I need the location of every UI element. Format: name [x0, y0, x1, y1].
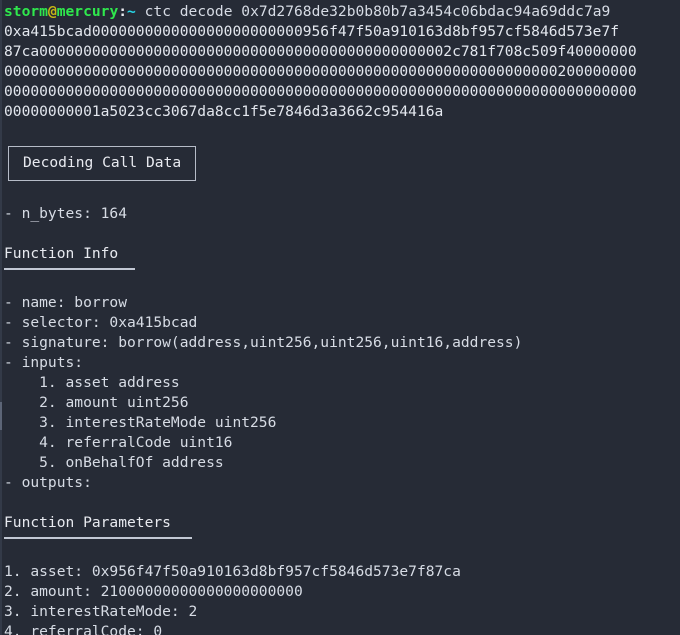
prompt-path: ~ — [127, 3, 136, 20]
calldata-line: 0xa415bcad000000000000000000000000956f47… — [4, 23, 620, 40]
terminal-window[interactable]: storm@mercury:~ ctc decode 0x7d2768de32b… — [0, 0, 680, 635]
function-selector-line: - selector: 0xa415bcad — [4, 314, 198, 331]
calldata-line: 87ca000000000000000000000000000000000000… — [4, 43, 637, 60]
function-info-heading: Function Info — [4, 245, 119, 262]
calldata-line: 0000000000000000000000000000000000000000… — [4, 83, 637, 100]
function-signature-line: - signature: borrow(address,uint256,uint… — [4, 334, 523, 351]
parameter-row: 3. interestRateMode: 2 — [4, 603, 198, 620]
function-info-section: Function Info — [4, 244, 680, 270]
prompt-at: @ — [47, 3, 57, 20]
title-box-row: Decoding Call Data — [4, 142, 680, 184]
prompt-user: storm — [4, 3, 48, 20]
parameter-row: 4. referralCode: 0 — [4, 623, 163, 635]
function-outputs-label: - outputs: — [4, 474, 92, 491]
function-parameters-underline — [4, 537, 192, 539]
function-parameters-heading: Function Parameters — [4, 514, 171, 531]
decoding-call-data-title: Decoding Call Data — [8, 146, 197, 181]
function-input-item: 4. referralCode uint16 — [4, 434, 233, 451]
function-input-item: 5. onBehalfOf address — [4, 454, 224, 471]
function-input-item: 1. asset address — [4, 374, 180, 391]
calldata-line: 0000000000000000000000000000000000000000… — [4, 63, 637, 80]
function-input-item: 2. amount uint256 — [4, 394, 189, 411]
parameter-row: 1. asset: 0x956f47f50a910163d8bf957cf584… — [4, 563, 461, 580]
terminal-screen: storm@mercury:~ ctc decode 0x7d2768de32b… — [0, 0, 680, 635]
function-info-underline — [4, 268, 135, 270]
function-parameters-section: Function Parameters — [4, 513, 680, 539]
command-text: ctc decode 0x7d2768de32b0b80b7a3454c06bd… — [135, 3, 611, 20]
command-line: storm@mercury:~ ctc decode 0x7d2768de32b… — [4, 2, 680, 22]
function-input-item: 3. interestRateMode uint256 — [4, 414, 277, 431]
prompt-colon: : — [118, 3, 128, 20]
parameter-row: 2. amount: 21000000000000000000000 — [4, 583, 303, 600]
calldata-line: 00000000001a5023cc3067da8cc1f5e7846d3a36… — [4, 103, 444, 120]
function-name-line: - name: borrow — [4, 294, 128, 311]
prompt-host: mercury — [56, 3, 119, 20]
n-bytes-line: - n_bytes: 164 — [4, 205, 128, 222]
function-inputs-label: - inputs: — [4, 354, 84, 371]
